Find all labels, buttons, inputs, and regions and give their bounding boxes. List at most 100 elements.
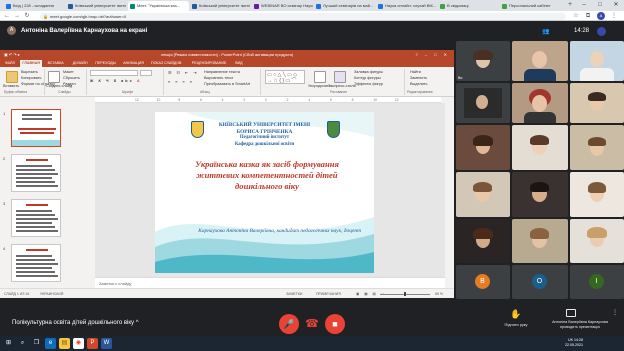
close-window-button[interactable]: ✕ [608, 0, 624, 11]
ppt-tab[interactable]: ФАЙЛ [3, 60, 17, 67]
minimize-button[interactable]: – [576, 0, 592, 11]
browser-tab[interactable]: Meet: "Українська каз... [128, 1, 189, 11]
participant-tile-self[interactable]: Ви [456, 41, 510, 81]
font-color-icon[interactable]: A [137, 79, 140, 83]
browser-tab[interactable]: Лучший семінарів на май... [314, 1, 375, 11]
url-field[interactable]: meet.google.com/qjb-hnqc-nbi?authuser=0 [40, 12, 566, 20]
slide-thumbnail[interactable] [11, 244, 61, 282]
slide-thumbnail[interactable] [11, 154, 61, 192]
profile-avatar[interactable]: A [597, 12, 605, 20]
task-view-icon[interactable]: ❐ [31, 338, 42, 349]
smartart-button[interactable]: Преобразовать в SmartArt [204, 82, 250, 86]
participant-tile-2[interactable] [512, 41, 568, 81]
participant-tile-i[interactable]: І [570, 265, 624, 299]
ppt-window-controls[interactable]: ? – □ ✕ [415, 50, 450, 59]
participant-tile-9[interactable] [570, 125, 624, 170]
menu-dots-icon[interactable]: ⋮ [610, 12, 618, 20]
maximize-button[interactable]: □ [592, 0, 608, 11]
current-slide[interactable]: КИЇВСЬКИЙ УНІВЕРСИТЕТ ІМЕНІ БОРИСА ГРІНЧ… [155, 112, 374, 273]
comments-toggle[interactable]: ПРИМЕЧАНИЯ [316, 292, 341, 296]
new-slide-icon[interactable] [48, 71, 60, 83]
chrome-icon[interactable]: ◉ [73, 338, 84, 349]
slide-thumbnail[interactable] [11, 199, 61, 237]
mic-off-button[interactable]: 🎤 [279, 314, 299, 334]
present-screen-icon[interactable] [566, 309, 576, 317]
system-tray[interactable]: UK 14:28 22.05.2021 [565, 338, 583, 347]
notes-pane[interactable]: Заметки к слайду [95, 277, 445, 288]
ppt-tab[interactable]: РЕЦЕНЗИРОВАНИЕ [190, 60, 229, 67]
participant-tile-11[interactable] [512, 172, 568, 217]
browser-tab[interactable]: Київський університет імені [190, 1, 251, 11]
participant-tile-3[interactable] [570, 41, 624, 81]
zoom-level[interactable]: 65 % [435, 292, 443, 296]
text-direction-button[interactable]: Направление текста [204, 70, 240, 74]
browser-tab[interactable]: WEBINAR ВО семінар Науко... [252, 1, 313, 11]
participant-tile-b[interactable]: В [456, 265, 510, 299]
replace-button[interactable]: Заменить [410, 76, 427, 80]
notes-toggle[interactable]: ЗАМЕТКИ [286, 292, 302, 296]
meet-avatar[interactable] [597, 27, 606, 36]
arrange-icon[interactable] [314, 71, 326, 83]
meeting-details[interactable]: Полікультурна освіта дітей дошкільного в… [12, 320, 139, 326]
ppt-tab[interactable]: ПОКАЗ СЛАЙДОВ [149, 60, 183, 67]
participant-tile-14[interactable] [512, 219, 568, 263]
ppt-tab[interactable]: АНИМАЦИЯ [121, 60, 146, 67]
search-icon[interactable]: ⌕ [17, 338, 28, 349]
edge-icon[interactable]: e [45, 338, 56, 349]
browser-tab[interactable]: Персональний кабінет [500, 1, 561, 11]
word-icon[interactable]: W [101, 338, 112, 349]
quick-styles-icon[interactable] [334, 71, 346, 83]
align-buttons[interactable]: ≡ ≡ ≡ ≡ [168, 80, 194, 84]
paste-icon[interactable] [6, 71, 18, 83]
reload-icon[interactable]: ↻ [23, 12, 31, 20]
extensions-icon[interactable]: ⧉ [584, 12, 592, 20]
participant-tile-7[interactable] [456, 125, 510, 170]
shapes-gallery[interactable]: ▭ ○ △ ╲ ▭ ◇ → ☆ { } ▭ ⌒ [265, 70, 305, 84]
leave-call-button[interactable]: ☎ [302, 314, 322, 334]
windows-start-icon[interactable]: ⊞ [3, 338, 14, 349]
participant-tile-13[interactable] [456, 219, 510, 263]
more-options-icon[interactable]: ⋮ [612, 309, 618, 316]
ppt-tab[interactable]: ДИЗАЙН [71, 60, 90, 67]
forward-arrow-icon[interactable]: → [13, 12, 21, 20]
reset-button[interactable]: Сбросить [63, 76, 80, 80]
participant-tile-o[interactable]: О [512, 265, 568, 299]
font-name-box[interactable] [90, 70, 138, 76]
new-tab-button[interactable]: + [566, 1, 574, 10]
layout-button[interactable]: Макет [63, 70, 74, 74]
participant-tile-6[interactable] [570, 83, 624, 123]
ppt-tab[interactable]: ВСТАВКА [46, 60, 66, 67]
participant-tile-15[interactable] [570, 219, 624, 263]
paste-button[interactable]: Вставить [3, 84, 19, 88]
slide-thumbnail[interactable] [11, 109, 61, 147]
cut-button[interactable]: Вырезать [21, 70, 38, 74]
raise-hand-label[interactable]: Підняти руку [496, 322, 536, 327]
shape-outline-button[interactable]: Контур фигуры [354, 76, 381, 80]
quick-access-icons[interactable]: ▣ ↶ ↷ ▸ [4, 50, 20, 59]
ppt-tab[interactable]: ВИД [233, 60, 244, 67]
participant-tile-12[interactable] [570, 172, 624, 217]
participant-tile-10[interactable] [456, 172, 510, 217]
quick-styles-button[interactable]: Экспресс-стили [328, 84, 356, 88]
explorer-icon[interactable]: ▤ [59, 338, 70, 349]
powerpoint-icon[interactable]: P [87, 338, 98, 349]
raise-hand-icon[interactable]: ✋ [504, 309, 528, 320]
participant-tile-5[interactable] [512, 83, 568, 123]
ppt-tab[interactable]: ПЕРЕХОДЫ [93, 60, 117, 67]
participant-tile-8[interactable] [512, 125, 568, 170]
meet-people-icon[interactable]: 👥 [542, 28, 549, 35]
browser-tab[interactable]: Наука онлайн: слухай ВІК... [376, 1, 437, 11]
browser-tab[interactable]: Київський університет імені [66, 1, 127, 11]
zoom-slider-handle[interactable] [404, 292, 406, 296]
star-icon[interactable]: ☆ [572, 12, 580, 20]
select-button[interactable]: Выделить [410, 82, 428, 86]
language-indicator[interactable]: УКРАИНСКИЙ [40, 292, 63, 296]
font-format-buttons[interactable]: Ж К Ч S abc [90, 79, 134, 83]
ppt-tab[interactable]: ГЛАВНАЯ [20, 60, 42, 67]
shape-fill-button[interactable]: Заливка фигуры [354, 70, 383, 74]
browser-tab[interactable]: Вхід | 228 - складання [4, 1, 65, 11]
participant-tile-4[interactable] [456, 83, 510, 123]
camera-off-button[interactable]: ■ [325, 314, 345, 334]
shape-effects-button[interactable]: Эффекты фигур [354, 82, 383, 86]
back-arrow-icon[interactable]: ← [3, 12, 11, 20]
